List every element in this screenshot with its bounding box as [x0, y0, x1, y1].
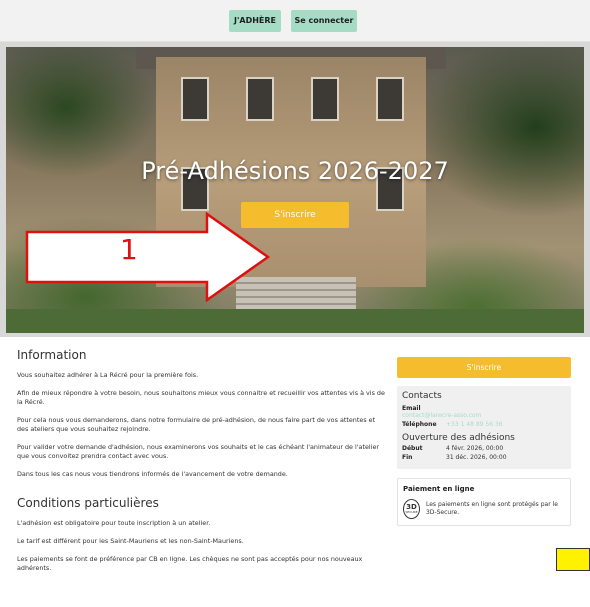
email-label: Email	[402, 405, 421, 412]
conditions-paragraph: Le tarif est différent pour les Saint-Ma…	[17, 537, 244, 545]
hero-title: Pré-Adhésions 2026-2027	[141, 157, 449, 185]
main-content: Information Vous souhaitez adhérer à La …	[17, 344, 387, 573]
highlight-box	[556, 548, 590, 571]
conditions-paragraph: Les paiements se font de préférence par …	[17, 555, 363, 572]
information-paragraph: Afin de mieux répondre à votre besoin, n…	[17, 389, 385, 406]
hero-signup-button[interactable]: S'inscrire	[241, 202, 349, 228]
contacts-heading: Contacts	[402, 391, 442, 401]
phone-link[interactable]: +33 1 48 89 56 36	[446, 421, 503, 428]
information-heading: Information	[17, 348, 87, 362]
building-window	[311, 77, 339, 121]
start-value: 4 févr. 2026, 00:00	[446, 445, 504, 452]
top-bar: J'ADHÈRE Se connecter	[0, 0, 590, 42]
online-payment-card: Paiement en ligne 3D SECURE Les paiement…	[397, 478, 571, 526]
opening-heading: Ouverture des adhésions	[402, 433, 515, 443]
garden-ground	[6, 309, 584, 333]
hero-banner-image: Pré-Adhésions 2026-2027 S'inscrire	[6, 47, 584, 333]
building-window	[246, 77, 274, 121]
3d-secure-icon: 3D SECURE	[403, 499, 420, 519]
building-window	[376, 77, 404, 121]
sidebar-signup-button[interactable]: S'inscrire	[397, 357, 571, 378]
conditions-heading: Conditions particulières	[17, 496, 159, 510]
building-window	[181, 77, 209, 121]
3d-secure-badge-sub: SECURE	[405, 510, 418, 514]
email-link[interactable]: contact@larecre-asso.com	[402, 412, 566, 419]
phone-label: Téléphone	[402, 421, 437, 428]
information-paragraph: Pour cela nous vous demanderons, dans no…	[17, 416, 376, 433]
payment-text: Les paiements en ligne sont protégés par…	[425, 501, 558, 516]
conditions-paragraph: L'adhésion est obligatoire pour toute in…	[17, 519, 211, 527]
payment-heading: Paiement en ligne	[403, 485, 475, 493]
start-label: Début	[402, 445, 423, 452]
annotation-step-number: 1	[120, 233, 138, 266]
join-button[interactable]: J'ADHÈRE	[229, 10, 281, 32]
end-label: Fin	[402, 454, 413, 461]
contacts-card: Contacts Email contact@larecre-asso.com …	[397, 386, 571, 469]
information-paragraph: Dans tous les cas nous vous tiendrons in…	[17, 470, 288, 478]
information-paragraph: Vous souhaitez adhérer à La Récré pour l…	[17, 371, 199, 379]
login-button[interactable]: Se connecter	[291, 10, 357, 32]
information-paragraph: Pour valider votre demande d'adhésion, n…	[17, 443, 380, 460]
sidebar: S'inscrire Contacts Email contact@larecr…	[397, 357, 571, 526]
hero-frame: Pré-Adhésions 2026-2027 S'inscrire 1	[0, 42, 590, 337]
end-value: 31 déc. 2026, 00:00	[446, 454, 507, 461]
